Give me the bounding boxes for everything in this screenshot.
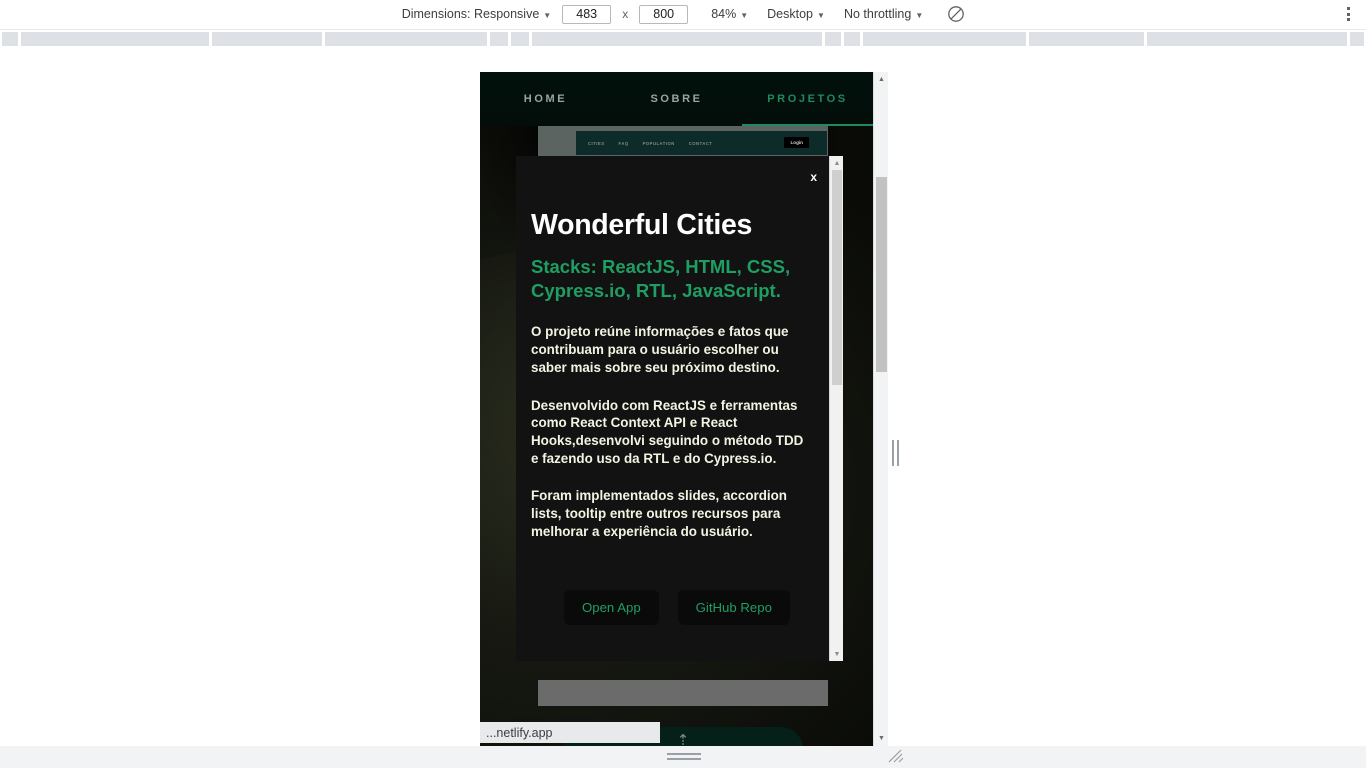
project-detail-modal: x Wonderful Cities Stacks: ReactJS, HTML… [516, 156, 843, 661]
modal-scrollbar[interactable]: ▲ ▼ [829, 156, 843, 661]
chevron-down-icon: ▼ [740, 10, 749, 20]
dimensions-dropdown[interactable]: Dimensions: Responsive ▼ [400, 5, 553, 23]
resize-handle-horizontal[interactable] [890, 438, 900, 468]
zoom-dropdown[interactable]: 84% ▼ [709, 5, 750, 23]
ruler-segment [212, 32, 322, 46]
ruler-segment [490, 32, 508, 46]
device-type-label: Desktop [767, 7, 814, 21]
chevron-down-icon: ▼ [817, 10, 825, 20]
resize-handle-vertical[interactable] [666, 750, 702, 762]
chevron-down-icon: ▼ [543, 10, 552, 20]
ruler-segment [863, 32, 1026, 46]
dimensions-label: Dimensions: Responsive [401, 7, 540, 21]
scroll-down-icon[interactable]: ▼ [830, 647, 844, 661]
site-navigation: HOME SOBRE PROJETOS [480, 72, 873, 126]
modal-stacks-label: Stacks: ReactJS, HTML, CSS, Cypress.io, … [531, 256, 791, 302]
close-icon[interactable]: x [810, 171, 817, 183]
scroll-down-icon[interactable]: ▼ [874, 731, 889, 746]
preview-nav-faq: FAQ [618, 140, 629, 146]
dimension-separator: x [622, 7, 629, 21]
open-app-button[interactable]: Open App [564, 590, 659, 625]
preview-nav-population: POPULATION [642, 140, 675, 146]
modal-paragraph: Foram implementados slides, accordion li… [531, 488, 787, 539]
device-viewport-frame: HOME SOBRE PROJETOS CITIES FAQ POPULATIO… [480, 72, 873, 746]
viewport-height-input[interactable] [639, 4, 689, 24]
ruler-segment [532, 32, 822, 46]
devtools-device-toolbar: Dimensions: Responsive ▼ x 84% ▼ Desktop… [0, 0, 1366, 28]
throttling-dropdown[interactable]: No throttling ▼ [842, 5, 925, 23]
preview-nav-bar: CITIES FAQ POPULATION CONTACT Login [576, 131, 827, 155]
modal-title: Wonderful Cities [531, 209, 753, 241]
preview-login-button: Login [784, 137, 809, 148]
scroll-up-icon[interactable]: ▲ [874, 72, 889, 87]
viewport-width-input[interactable] [562, 4, 612, 24]
page-scrollbar[interactable]: ▲ ▼ [873, 72, 888, 746]
page-scrollbar-thumb[interactable] [876, 177, 887, 372]
throttling-label: No throttling [843, 7, 912, 21]
status-bar-url: ...netlify.app [480, 722, 660, 743]
chevron-up-icon[interactable]: ⇡ [677, 733, 690, 746]
modal-content: x Wonderful Cities Stacks: ReactJS, HTML… [516, 156, 829, 661]
ruler-segment [825, 32, 841, 46]
nav-item-home[interactable]: HOME [480, 72, 611, 126]
ruler-segment [21, 32, 209, 46]
device-type-dropdown[interactable]: Desktop ▼ [765, 5, 827, 23]
project-preview-card-bottom[interactable] [538, 680, 828, 706]
nav-item-projetos[interactable]: PROJETOS [742, 72, 873, 126]
ruler-segment [2, 32, 18, 46]
ruler-segment [325, 32, 487, 46]
github-repo-button[interactable]: GitHub Repo [677, 590, 790, 625]
modal-scrollbar-thumb[interactable] [832, 170, 842, 385]
zoom-label: 84% [711, 7, 737, 21]
ruler-segment [1350, 32, 1364, 46]
preview-nav-cities: CITIES [588, 140, 605, 146]
nav-item-sobre[interactable]: SOBRE [611, 72, 742, 126]
device-canvas-area: HOME SOBRE PROJETOS CITIES FAQ POPULATIO… [0, 46, 1366, 768]
modal-paragraph: Desenvolvido com ReactJS e ferramentas c… [531, 397, 804, 466]
ruler-segment [511, 32, 529, 46]
ruler-segment [1029, 32, 1144, 46]
chevron-down-icon: ▼ [915, 10, 924, 20]
scroll-up-icon[interactable]: ▲ [830, 156, 844, 170]
rotate-icon[interactable] [946, 4, 966, 24]
more-options-icon[interactable] [1338, 4, 1358, 24]
preview-nav-contact: CONTACT [688, 140, 713, 146]
viewport-ruler [0, 29, 1366, 46]
modal-actions: Open App GitHub Repo [564, 590, 790, 625]
resize-handle-corner[interactable] [886, 748, 904, 764]
ruler-segment [1147, 32, 1347, 46]
ruler-segment [844, 32, 860, 46]
modal-paragraph: O projeto reúne informações e fatos que … [531, 324, 789, 375]
